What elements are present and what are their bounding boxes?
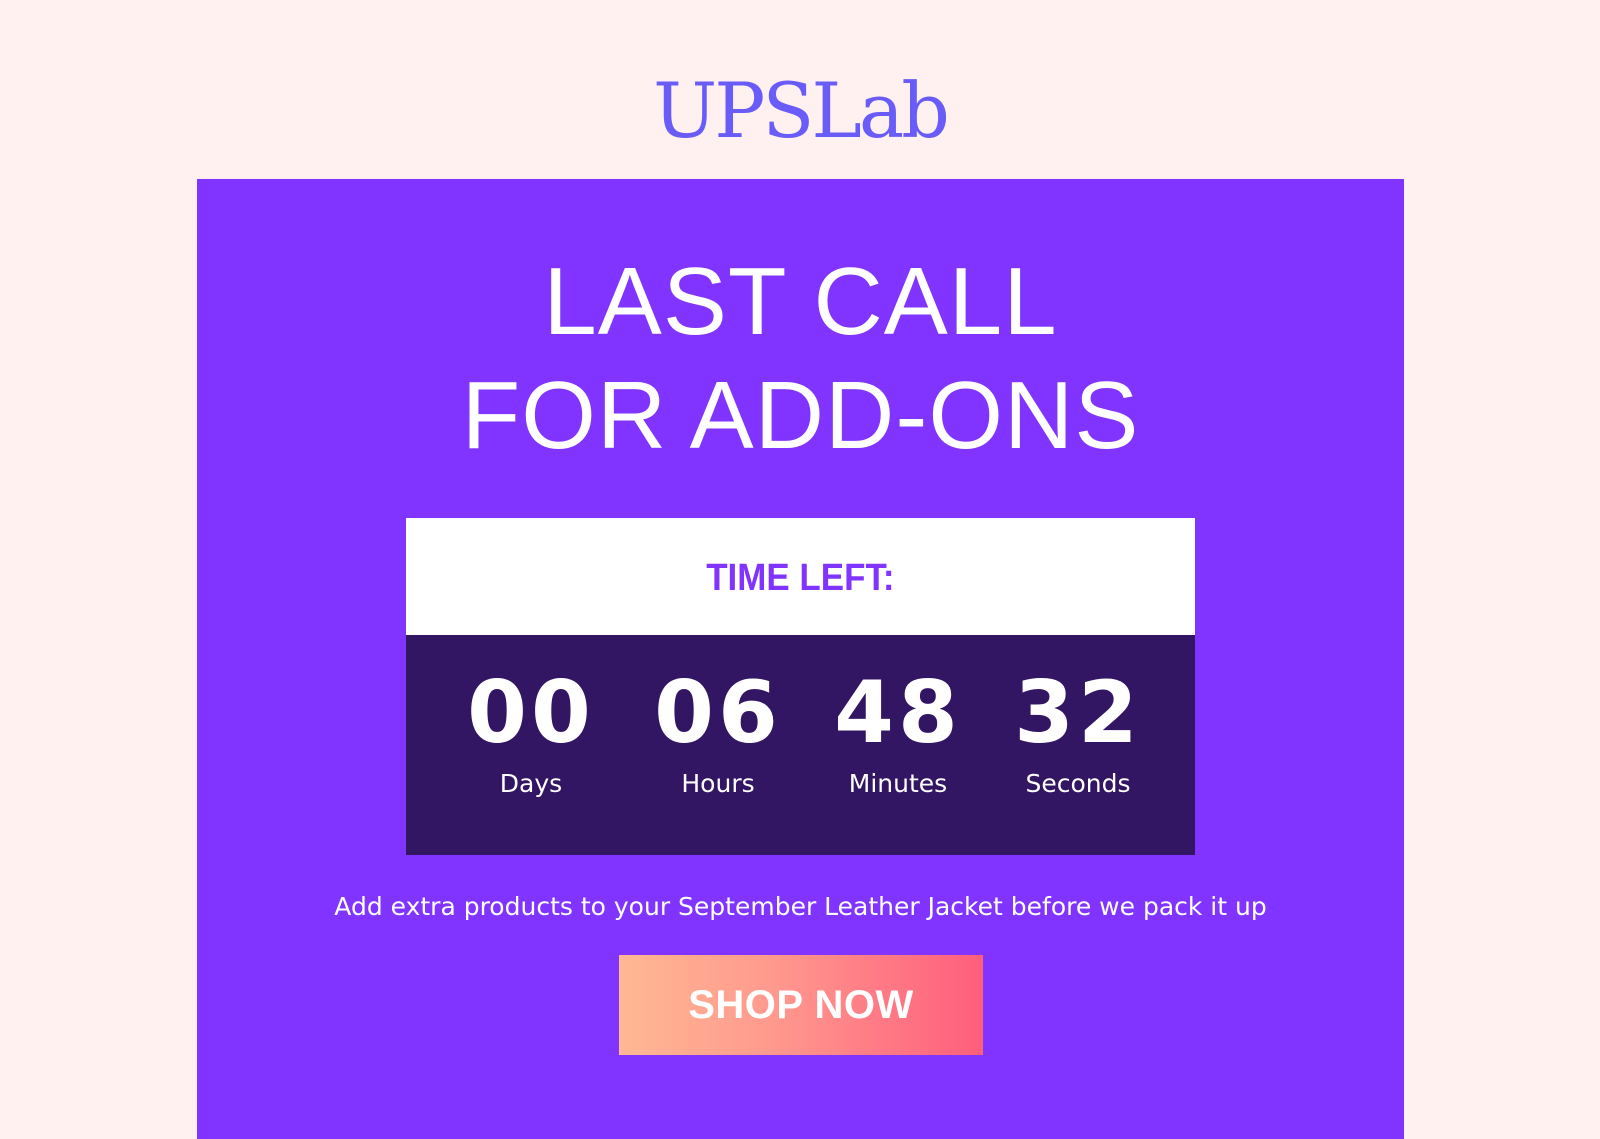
brand-logo[interactable]: UPSLab: [0, 66, 1600, 156]
hours-value: 06: [654, 663, 782, 763]
headline: LAST CALL FOR ADD-ONS: [197, 245, 1404, 473]
promo-banner: LAST CALL FOR ADD-ONS TIME LEFT: 00 Days…: [197, 179, 1404, 1139]
days-value: 00: [467, 663, 595, 763]
countdown-header: TIME LEFT:: [406, 518, 1195, 635]
promo-subtitle: Add extra products to your September Lea…: [334, 892, 1267, 921]
seconds-label: Seconds: [1025, 769, 1131, 798]
seconds-value: 32: [1014, 663, 1142, 763]
countdown-label: TIME LEFT:: [706, 557, 895, 599]
hours-label: Hours: [681, 769, 755, 798]
days-label: Days: [499, 769, 563, 798]
minutes-label: Minutes: [848, 769, 948, 798]
minutes-value: 48: [834, 663, 962, 763]
countdown-values: 00 Days 06 Hours 48 Minutes 32 Seconds: [406, 635, 1195, 855]
headline-line-1: LAST CALL: [543, 248, 1058, 355]
countdown-seconds: 32 Seconds: [998, 665, 1158, 799]
shop-now-button[interactable]: SHOP NOW: [619, 955, 983, 1055]
countdown-hours: 06 Hours: [638, 665, 798, 799]
countdown-timer: TIME LEFT: 00 Days 06 Hours 48 Minutes 3…: [406, 518, 1195, 855]
countdown-minutes: 48 Minutes: [818, 665, 978, 799]
headline-line-2: FOR ADD-ONS: [461, 362, 1140, 469]
countdown-days: 00 Days: [451, 665, 611, 799]
